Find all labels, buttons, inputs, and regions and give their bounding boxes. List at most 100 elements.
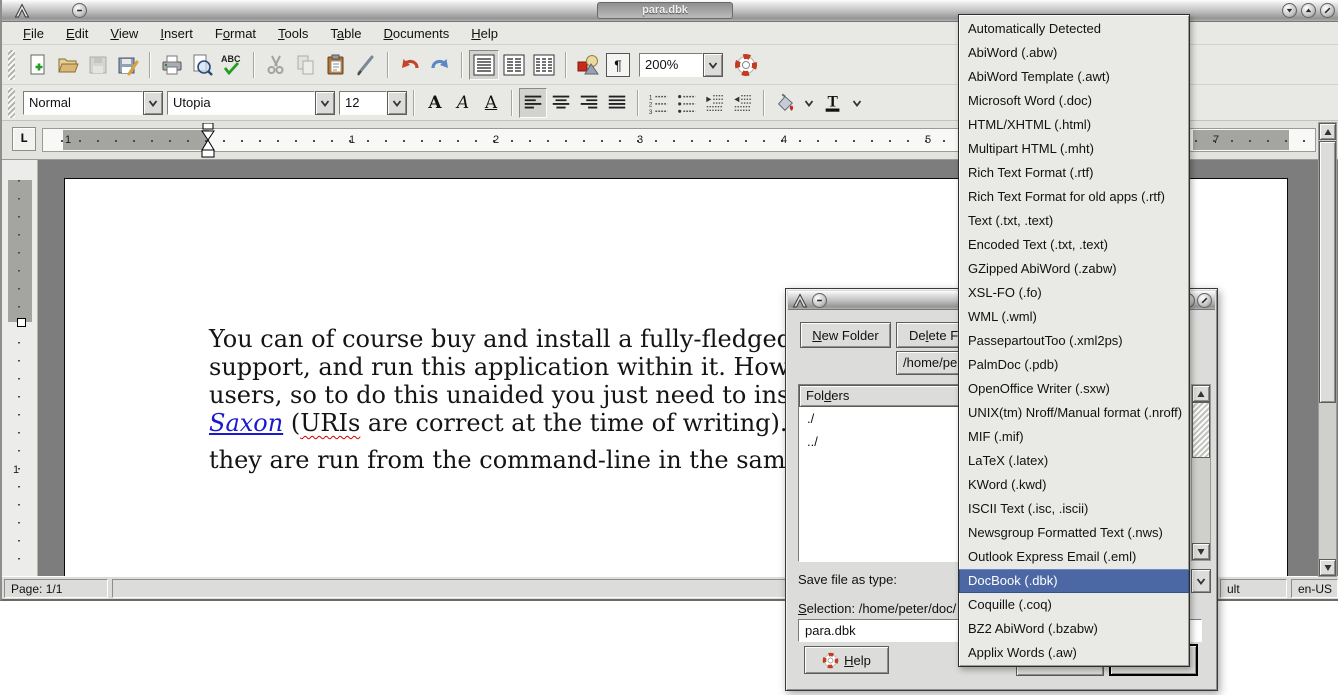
font-size-combo-arrow[interactable] [387, 91, 407, 115]
toolbar-grip[interactable] [8, 50, 15, 80]
one-column-icon[interactable] [469, 50, 499, 80]
zoom-input[interactable]: 200% [639, 53, 703, 77]
file-type-combo-arrow[interactable] [1191, 569, 1211, 593]
menu-help[interactable]: Help [460, 23, 509, 44]
spellcheck-icon[interactable]: ABC [217, 50, 247, 80]
format-option[interactable]: HTML/XHTML (.html) [959, 113, 1189, 137]
save-as-icon[interactable] [113, 50, 143, 80]
justify-icon[interactable] [603, 88, 631, 118]
three-columns-icon[interactable] [529, 50, 559, 80]
menu-edit[interactable]: Edit [55, 23, 99, 44]
format-option[interactable]: MIF (.mif) [959, 425, 1189, 449]
scrollbar-thumb[interactable] [1192, 402, 1210, 458]
new-folder-button[interactable]: New Folder [800, 322, 891, 348]
menu-view[interactable]: View [99, 23, 149, 44]
menu-format[interactable]: Format [204, 23, 267, 44]
hyperlink-saxon[interactable]: Saxon [209, 409, 283, 437]
vertical-ruler[interactable]: 1 [2, 160, 38, 577]
folders-list[interactable]: Folders ./../ [798, 384, 974, 562]
format-option[interactable]: BZ2 AbiWord (.bzabw) [959, 617, 1189, 641]
format-option[interactable]: ISCII Text (.isc, .iscii) [959, 497, 1189, 521]
format-option[interactable]: PalmDoc (.pdb) [959, 353, 1189, 377]
format-option[interactable]: Newsgroup Formatted Text (.nws) [959, 521, 1189, 545]
format-option[interactable]: UNIX(tm) Nroff/Manual format (.nroff) [959, 401, 1189, 425]
format-option[interactable]: DocBook (.dbk) [959, 569, 1189, 593]
print-preview-icon[interactable] [187, 50, 217, 80]
redo-icon[interactable] [425, 50, 455, 80]
format-option[interactable]: Outlook Express Email (.eml) [959, 545, 1189, 569]
format-option[interactable]: WML (.wml) [959, 305, 1189, 329]
format-option[interactable]: Automatically Detected [959, 17, 1189, 41]
format-option[interactable]: GZipped AbiWord (.zabw) [959, 257, 1189, 281]
tab-stop-icon[interactable]: L [12, 127, 36, 151]
font-combo-arrow[interactable] [315, 91, 335, 115]
folders-header[interactable]: Folders [799, 385, 973, 407]
first-line-indent-icon[interactable] [201, 123, 215, 159]
format-option[interactable]: AbiWord Template (.awt) [959, 65, 1189, 89]
stylus-icon[interactable] [351, 50, 381, 80]
toolbar-grip[interactable] [8, 88, 15, 118]
align-left-icon[interactable] [519, 88, 547, 118]
help-button[interactable]: Help [804, 646, 889, 674]
font-size-combo[interactable]: 12 [339, 91, 387, 115]
unindent-icon[interactable] [701, 88, 729, 118]
numbered-list-icon[interactable]: 123 [645, 88, 673, 118]
format-option[interactable]: AbiWord (.abw) [959, 41, 1189, 65]
menu-insert[interactable]: Insert [149, 23, 204, 44]
underline-icon[interactable]: A [477, 88, 505, 118]
scroll-down-icon[interactable] [1192, 543, 1210, 560]
zoom-combo-arrow[interactable] [703, 53, 723, 77]
align-center-icon[interactable] [547, 88, 575, 118]
menu-file[interactable]: File [12, 23, 55, 44]
print-icon[interactable] [157, 50, 187, 80]
menu-tools[interactable]: Tools [267, 23, 319, 44]
font-color-arrow[interactable] [847, 91, 867, 115]
font-combo[interactable]: Utopia [167, 91, 315, 115]
style-combo-arrow[interactable] [143, 91, 163, 115]
format-option[interactable]: KWord (.kwd) [959, 473, 1189, 497]
files-scrollbar[interactable] [1191, 384, 1211, 561]
show-objects-icon[interactable] [573, 50, 603, 80]
maximize-button-icon[interactable] [1301, 3, 1316, 18]
paste-icon[interactable] [321, 50, 351, 80]
fill-color-icon[interactable] [771, 88, 799, 118]
menu-documents[interactable]: Documents [373, 23, 461, 44]
bullet-list-icon[interactable] [673, 88, 701, 118]
folder-row[interactable]: ./ [799, 407, 973, 430]
open-folder-icon[interactable] [53, 50, 83, 80]
format-option[interactable]: XSL-FO (.fo) [959, 281, 1189, 305]
italic-icon[interactable]: A [449, 88, 477, 118]
format-option[interactable]: Encoded Text (.txt, .text) [959, 233, 1189, 257]
bold-icon[interactable]: A [421, 88, 449, 118]
scroll-up-icon[interactable] [1319, 123, 1336, 140]
align-right-icon[interactable] [575, 88, 603, 118]
paragraph-mark-icon[interactable]: ¶ [603, 50, 633, 80]
indent-icon[interactable] [729, 88, 757, 118]
scroll-up-icon[interactable] [1192, 385, 1210, 402]
folder-row[interactable]: ../ [799, 430, 973, 453]
new-document-icon[interactable] [23, 50, 53, 80]
format-option[interactable]: Applix Words (.aw) [959, 641, 1189, 665]
format-option[interactable]: Rich Text Format (.rtf) [959, 161, 1189, 185]
close-button-icon[interactable] [1197, 293, 1212, 308]
shade-button-icon[interactable] [72, 3, 87, 18]
format-option[interactable]: Text (.txt, .text) [959, 209, 1189, 233]
format-option[interactable]: LaTeX (.latex) [959, 449, 1189, 473]
menu-table[interactable]: Table [319, 23, 372, 44]
close-button-icon[interactable] [1320, 3, 1335, 18]
undo-icon[interactable] [395, 50, 425, 80]
fill-color-arrow[interactable] [799, 91, 819, 115]
format-option[interactable]: OpenOffice Writer (.sxw) [959, 377, 1189, 401]
top-margin-marker[interactable] [17, 318, 26, 327]
format-option[interactable]: Microsoft Word (.doc) [959, 89, 1189, 113]
format-option[interactable]: Multipart HTML (.mht) [959, 137, 1189, 161]
vertical-scrollbar[interactable] [1318, 122, 1337, 577]
style-combo[interactable]: Normal [23, 91, 143, 115]
help-icon[interactable] [731, 50, 761, 80]
format-option[interactable]: Rich Text Format for old apps (.rtf) [959, 185, 1189, 209]
scroll-down-icon[interactable] [1319, 559, 1336, 576]
two-columns-icon[interactable] [499, 50, 529, 80]
scrollbar-thumb[interactable] [1319, 141, 1336, 403]
format-option[interactable]: Coquille (.coq) [959, 593, 1189, 617]
minimize-button-icon[interactable] [1282, 3, 1297, 18]
